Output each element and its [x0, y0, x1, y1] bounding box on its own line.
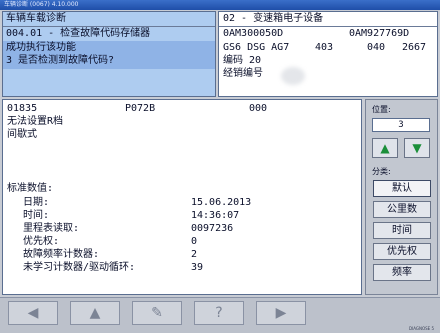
row-label: 故障频率计数器:	[23, 249, 100, 260]
module-info-panel: 02 - 变速箱电子设备 0AM300050D 0AM927769D GS6 D…	[218, 11, 438, 97]
row-value: 0	[191, 236, 198, 247]
hardware-version: 040	[367, 42, 386, 53]
part-number: 0AM300050D	[223, 28, 284, 39]
scroll-up-button[interactable]: ▲	[372, 138, 398, 158]
arrow-left-icon: ◀	[27, 305, 39, 321]
row-value: 0097236	[191, 223, 234, 234]
divider	[3, 26, 215, 27]
panel-title: 车辆车载诊断	[6, 13, 66, 24]
row-label: 日期:	[23, 197, 50, 208]
help-button[interactable]: ?	[194, 301, 244, 325]
function-name: 004.01 - 检查故障代码存储器	[6, 28, 151, 39]
arrow-right-icon: ▶	[275, 305, 287, 321]
software-version: 403	[315, 42, 334, 53]
sort-time-button[interactable]: 时间	[373, 222, 431, 239]
arrow-down-icon: ▼	[412, 141, 422, 155]
scroll-down-button[interactable]: ▼	[404, 138, 430, 158]
status-text: DIAGNOSE 5	[408, 326, 434, 331]
position-label: 位置:	[372, 105, 391, 114]
sort-mileage-button[interactable]: 公里数	[373, 201, 431, 218]
result-message: 成功执行该功能	[6, 42, 76, 53]
row-value: 15.06.2013	[191, 197, 252, 208]
standard-values-header: 标准数值:	[7, 183, 54, 194]
function-panel: 车辆车载诊断 004.01 - 检查故障代码存储器 成功执行该功能 3 是否检测…	[2, 11, 216, 97]
row-value: 14:36:07	[191, 210, 240, 221]
pencil-icon: ✎	[151, 305, 163, 321]
fault-description: 无法设置R档	[7, 116, 64, 127]
arrow-up-icon: ▲	[89, 305, 101, 321]
coding-value: 编码 20	[223, 55, 262, 66]
question-message: 3 是否检测到故障代码?	[6, 55, 115, 66]
sort-frequency-button[interactable]: 频率	[373, 264, 431, 281]
row-value: 39	[191, 262, 204, 273]
window-titlebar: 车辆诊断 (0067) 4.10.000	[0, 0, 440, 10]
next-button[interactable]: ▶	[256, 301, 306, 325]
fault-status: 000	[249, 103, 268, 114]
dealer-number-label: 经销编号	[223, 68, 263, 79]
component-description: GS6 DSG AG7	[223, 42, 290, 53]
window-title: 车辆诊断 (0067) 4.10.000	[4, 1, 79, 8]
position-field[interactable]: 3	[372, 118, 430, 132]
module-name: 02 - 变速箱电子设备	[223, 13, 324, 24]
row-label: 里程表读取:	[23, 223, 80, 234]
back-button[interactable]: ◀	[8, 301, 58, 325]
sort-priority-button[interactable]: 优先权	[373, 243, 431, 260]
obd-code: P072B	[125, 103, 156, 114]
divider	[219, 26, 437, 27]
row-label: 优先权:	[23, 236, 60, 247]
navigation-side-panel: 位置: 3 ▲ ▼ 分类: 默认 公里数 时间 优先权 频率	[365, 99, 438, 295]
component-number: 0AM927769D	[349, 28, 410, 39]
sort-label: 分类:	[372, 167, 391, 176]
fault-type: 间歇式	[7, 129, 37, 140]
fault-detail-panel[interactable]: 01835 P072B 000 无法设置R档 间歇式 标准数值: 日期: 15.…	[2, 99, 362, 295]
print-button[interactable]: ✎	[132, 301, 182, 325]
bottom-toolbar: ◀ ▲ ✎ ? ▶ DIAGNOSE 5	[0, 297, 440, 333]
up-button[interactable]: ▲	[70, 301, 120, 325]
sort-default-button[interactable]: 默认	[373, 180, 431, 197]
question-icon: ?	[215, 305, 223, 321]
row-value: 2	[191, 249, 198, 260]
row-label: 时间:	[23, 210, 50, 221]
index-number: 2667	[402, 42, 427, 53]
redacted-dealer-number	[281, 67, 305, 85]
row-label: 未学习计数器/驱动循环:	[23, 262, 136, 273]
arrow-up-icon: ▲	[380, 141, 390, 155]
fault-code: 01835	[7, 103, 38, 114]
